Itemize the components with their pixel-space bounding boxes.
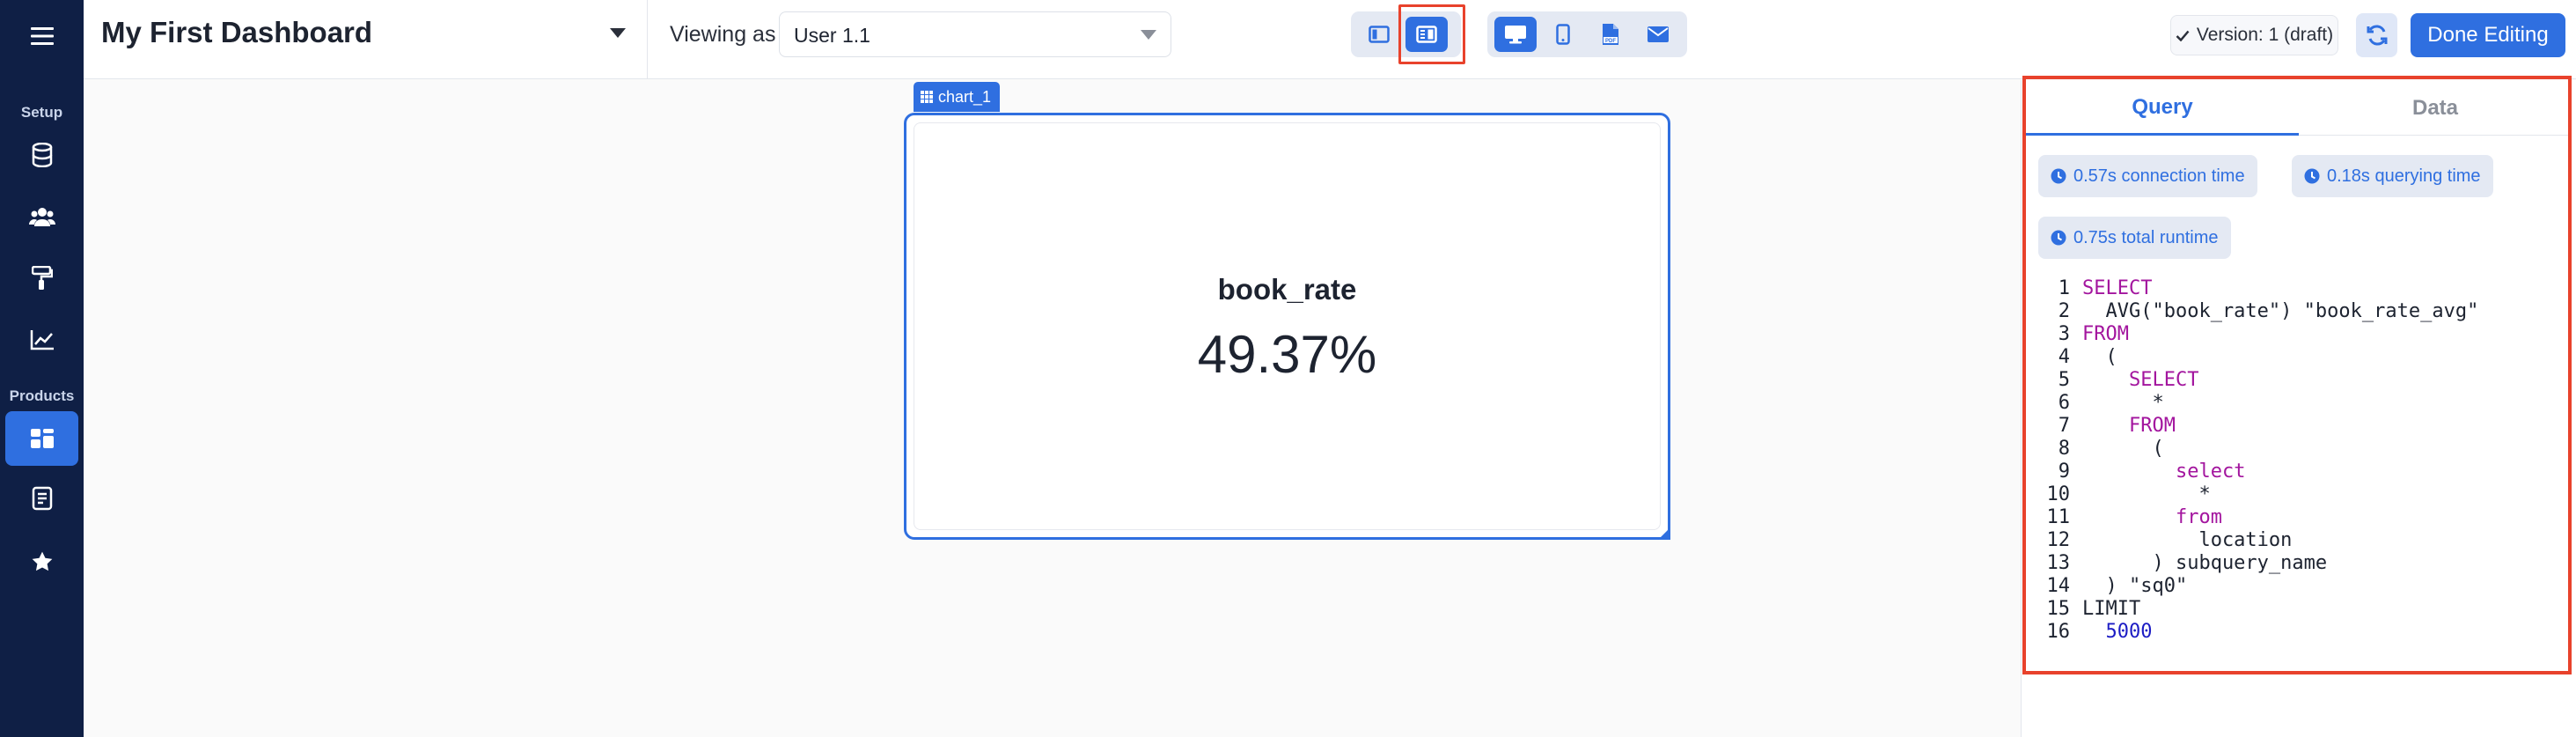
check-icon bbox=[2176, 30, 2190, 41]
pdf-icon: PDF bbox=[1603, 24, 1618, 45]
desktop-icon bbox=[1505, 26, 1526, 44]
star-icon bbox=[32, 551, 52, 571]
line-chart-icon bbox=[30, 330, 54, 350]
chart-tag-label: chart_1 bbox=[938, 87, 992, 106]
sidebar-left-icon bbox=[1369, 26, 1390, 43]
sidebar-item-favorites[interactable] bbox=[5, 534, 78, 589]
sidebar-section-products: Products bbox=[9, 387, 75, 404]
sidebar-item-dashboards[interactable] bbox=[5, 411, 78, 466]
kpi-value: 49.37% bbox=[1197, 325, 1377, 384]
sidebar-item-theme[interactable] bbox=[5, 251, 78, 306]
version-badge[interactable]: Version: 1 (draft) bbox=[2170, 15, 2338, 55]
report-icon bbox=[32, 486, 52, 511]
menu-button[interactable] bbox=[5, 9, 78, 63]
highlight-query-panel bbox=[2022, 76, 2572, 674]
header-divider bbox=[647, 0, 648, 79]
desktop-view-button[interactable] bbox=[1494, 17, 1537, 52]
mobile-icon bbox=[1556, 24, 1570, 45]
sidebar-item-users[interactable] bbox=[5, 189, 78, 244]
version-label: Version: 1 (draft) bbox=[2196, 25, 2334, 45]
sidebar-item-analytics[interactable] bbox=[5, 313, 78, 367]
highlight-layout-button bbox=[1398, 4, 1465, 64]
caret-down-icon bbox=[610, 28, 626, 38]
grid-handle-icon bbox=[921, 91, 933, 103]
email-view-button[interactable] bbox=[1637, 17, 1679, 52]
chevron-down-icon bbox=[1141, 28, 1156, 44]
chart-tag[interactable]: chart_1 bbox=[914, 82, 1000, 112]
database-icon bbox=[32, 143, 52, 167]
refresh-button[interactable] bbox=[2356, 13, 2397, 57]
done-editing-button[interactable]: Done Editing bbox=[2411, 13, 2565, 57]
device-toggle-group: PDF bbox=[1487, 11, 1687, 57]
mobile-view-button[interactable] bbox=[1542, 17, 1584, 52]
email-icon bbox=[1648, 26, 1669, 42]
sidebar-item-reports[interactable] bbox=[5, 471, 78, 526]
title-dropdown-caret[interactable] bbox=[610, 26, 626, 42]
viewing-as-select[interactable]: User 1.1 bbox=[779, 11, 1171, 57]
kpi-chart-card[interactable]: book_rate 49.37% bbox=[904, 113, 1670, 540]
viewing-as-value: User 1.1 bbox=[794, 24, 870, 47]
app-root: Setup Products My First Dashboard Viewin… bbox=[0, 0, 2576, 737]
sidebar: Setup Products bbox=[0, 0, 84, 737]
svg-text:PDF: PDF bbox=[1605, 39, 1616, 44]
resize-handle[interactable] bbox=[1658, 527, 1670, 540]
pdf-view-button[interactable]: PDF bbox=[1589, 17, 1632, 52]
kpi-label: book_rate bbox=[1217, 273, 1357, 306]
refresh-icon bbox=[2367, 25, 2387, 46]
viewing-as-label: Viewing as bbox=[670, 22, 776, 47]
sidebar-section-setup: Setup bbox=[20, 104, 63, 121]
hamburger-icon bbox=[30, 27, 54, 45]
dashboard-title[interactable]: My First Dashboard bbox=[101, 16, 372, 49]
dashboard-icon bbox=[30, 429, 54, 448]
sidebar-item-database[interactable] bbox=[5, 128, 78, 182]
paint-roller-icon bbox=[31, 266, 53, 290]
users-icon bbox=[28, 208, 55, 226]
kpi-chart-body: book_rate 49.37% bbox=[914, 122, 1661, 530]
layout-left-panel-button[interactable] bbox=[1358, 17, 1400, 52]
